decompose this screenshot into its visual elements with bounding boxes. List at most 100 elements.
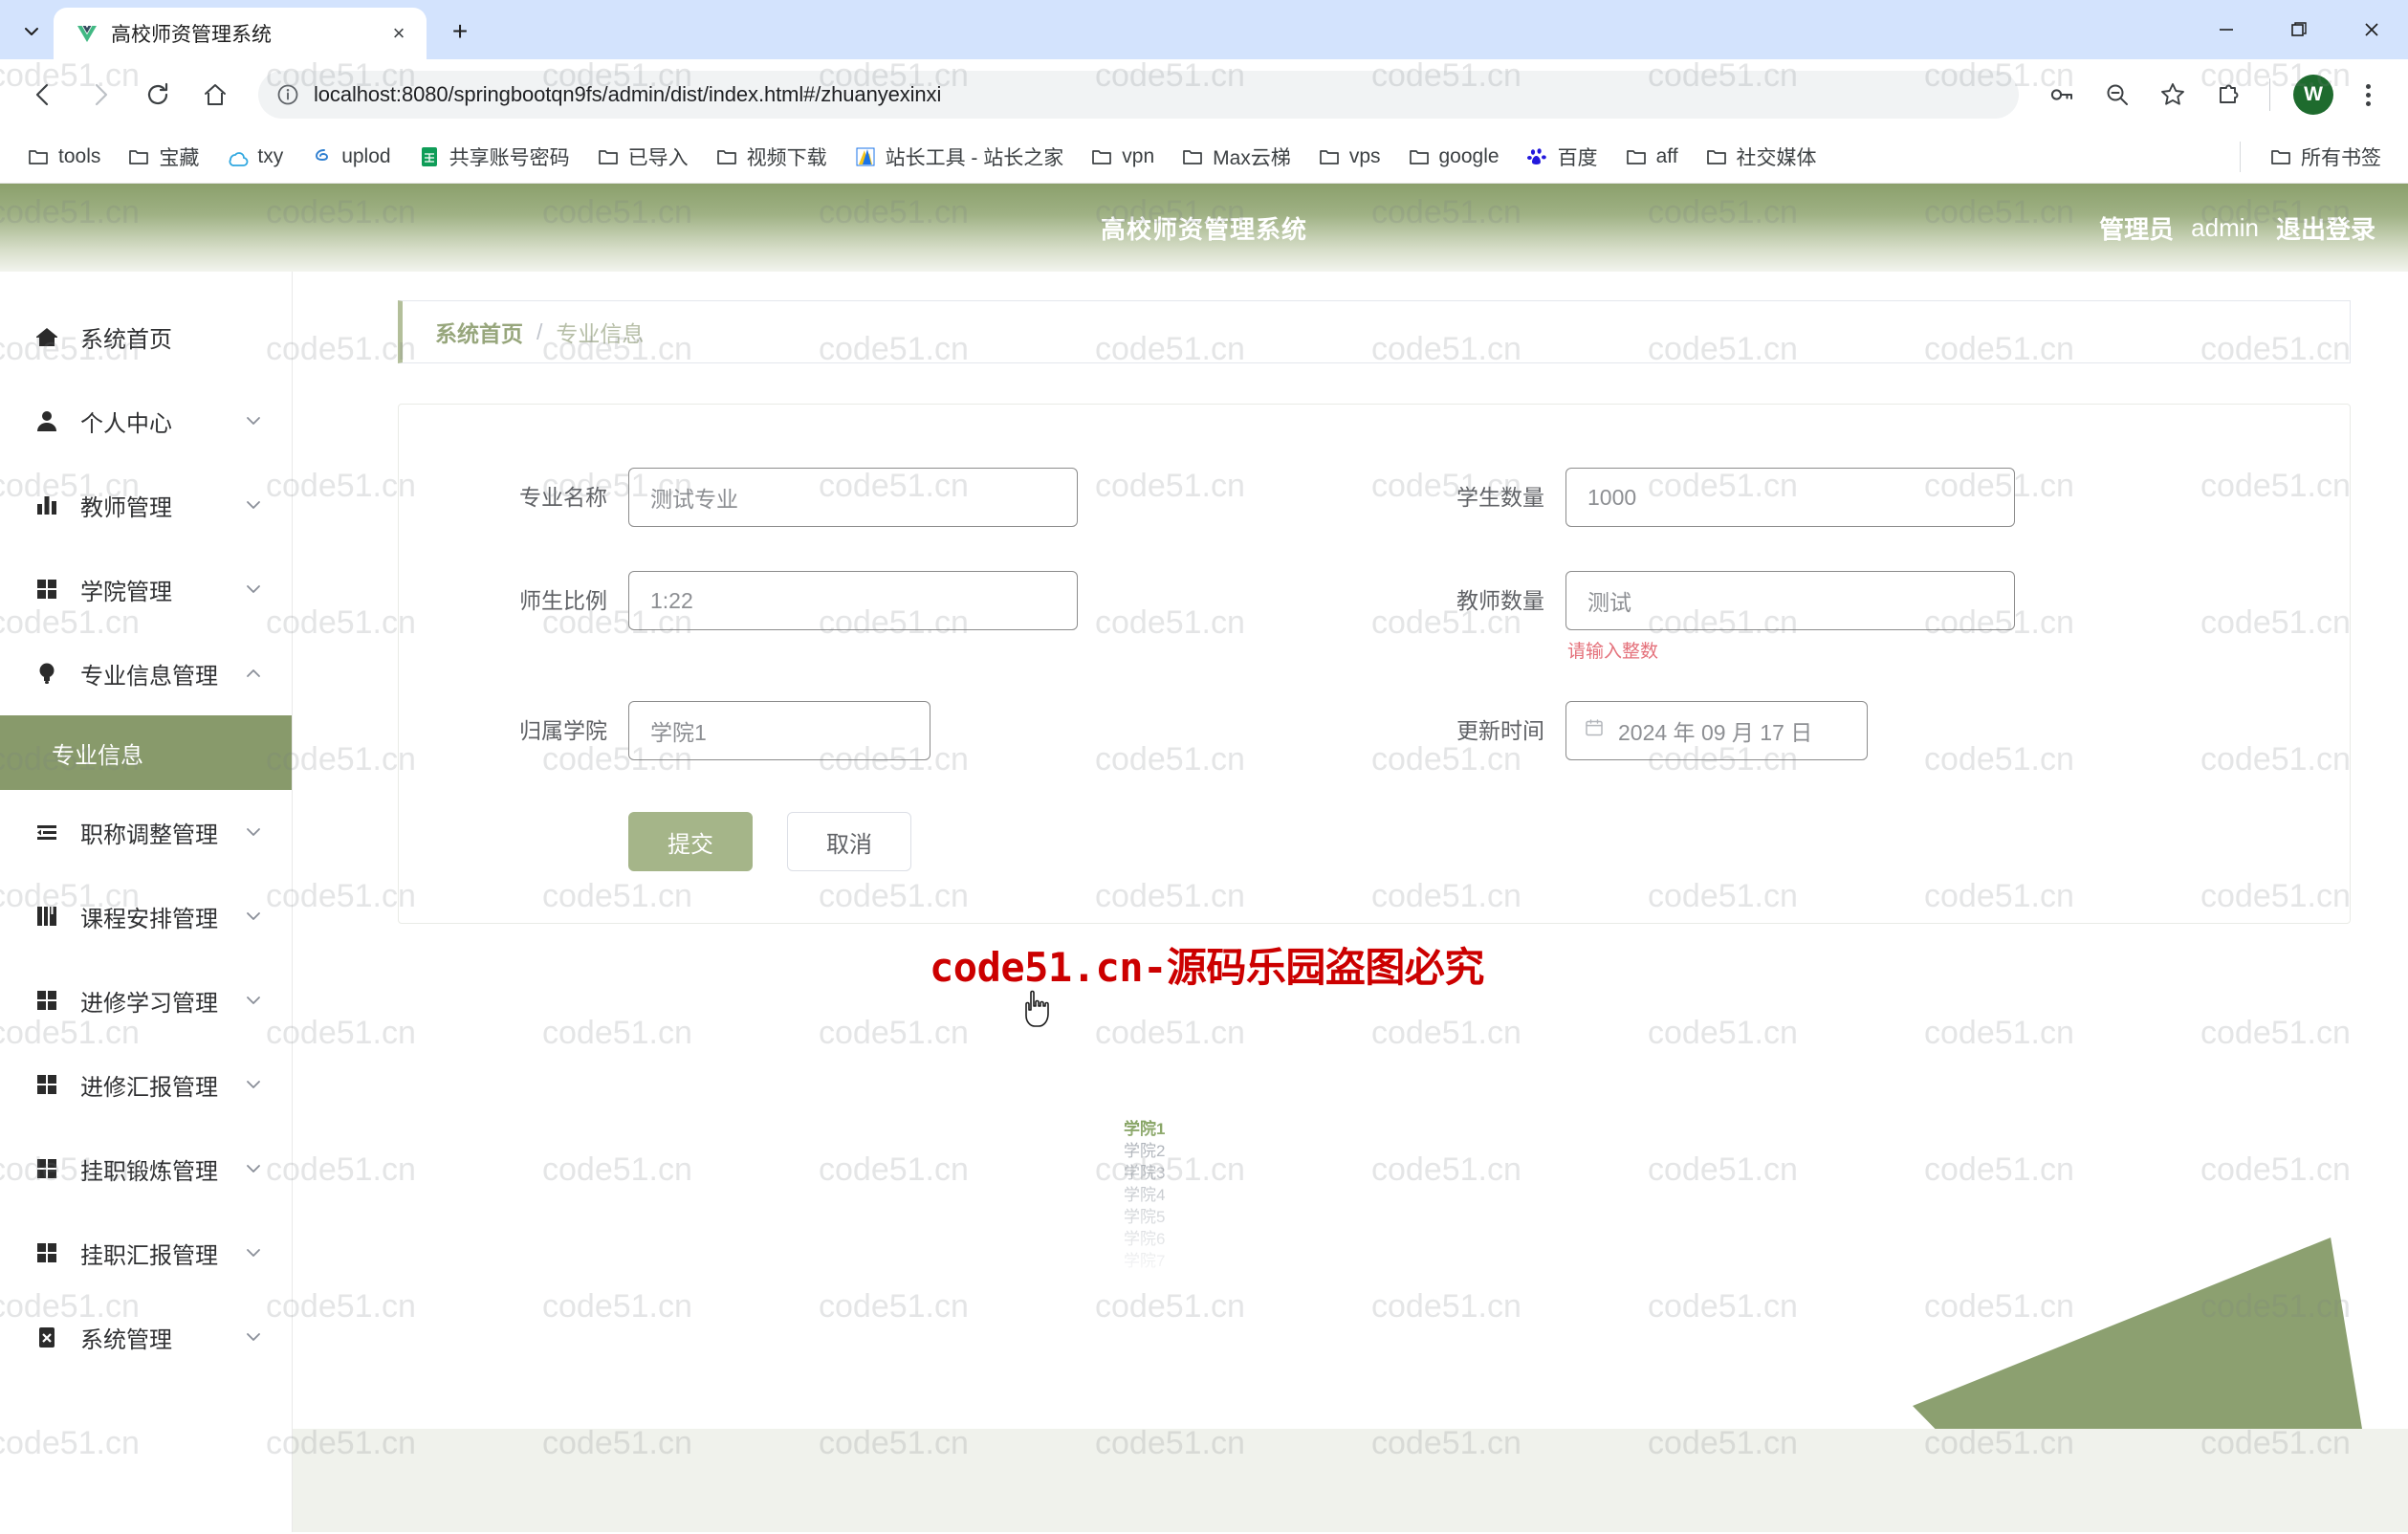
tab-search-button[interactable] <box>10 10 54 54</box>
browser-menu-button[interactable] <box>2345 72 2391 118</box>
bookmark-video-download[interactable]: 视频下载 <box>704 137 839 177</box>
all-bookmarks-button[interactable]: 所有书签 <box>2258 137 2393 177</box>
maximize-icon <box>2291 22 2307 36</box>
sidebar-item-system-management[interactable]: 系统管理 <box>0 1295 292 1379</box>
bookmark-imported[interactable]: 已导入 <box>585 137 700 177</box>
submit-button[interactable]: 提交 <box>628 812 753 871</box>
window-maximize-button[interactable] <box>2263 0 2335 59</box>
all-bookmarks-label: 所有书签 <box>2301 146 2381 169</box>
forward-arrow-icon <box>95 83 108 106</box>
puzzle-icon <box>2220 84 2239 103</box>
profile-avatar[interactable]: W <box>2293 75 2333 115</box>
bookmark-txy[interactable]: txy <box>214 140 295 174</box>
bookmark-aff[interactable]: aff <box>1613 140 1690 174</box>
folder-icon <box>1181 145 1204 168</box>
bookmark-baidu[interactable]: 百度 <box>1515 137 1609 177</box>
reload-button[interactable] <box>132 69 184 121</box>
folder-icon <box>2269 145 2292 168</box>
star-icon <box>2161 83 2184 105</box>
field-label: 归属学院 <box>519 718 607 743</box>
bookmark-label: 宝藏 <box>159 146 200 169</box>
sidebar-item-temporary-post-report-management[interactable]: 挂职汇报管理 <box>0 1211 292 1295</box>
list-icon <box>33 818 61 846</box>
field-label: 教师数量 <box>1456 588 1544 613</box>
field-label: 专业名称 <box>519 485 607 510</box>
dropdown-option[interactable]: 学院4 <box>1110 1184 1374 1206</box>
logout-button[interactable]: 退出登录 <box>2276 210 2375 246</box>
user-role: 管理员 <box>2099 214 2175 244</box>
sidebar-item-further-study-report-management[interactable]: 进修汇报管理 <box>0 1042 292 1127</box>
kebab-dot <box>2365 83 2371 89</box>
tencent-cloud-icon <box>226 145 249 168</box>
breadcrumb-current: 专业信息 <box>556 321 645 346</box>
cancel-button[interactable]: 取消 <box>787 812 911 871</box>
sidebar-item-major-info-management[interactable]: 专业信息管理 <box>0 631 292 715</box>
window-minimize-button[interactable] <box>2190 0 2263 59</box>
sidebar-item-college-management[interactable]: 学院管理 <box>0 547 292 631</box>
browser-tab[interactable]: 高校师资管理系统 × <box>54 8 427 59</box>
dropdown-option[interactable]: 学院5 <box>1110 1206 1374 1228</box>
bar-chart-icon <box>33 491 61 519</box>
home-icon <box>205 84 226 105</box>
bookmark-vpn[interactable]: vpn <box>1079 140 1166 174</box>
bookmark-baozang[interactable]: 宝藏 <box>116 137 210 177</box>
bookmark-max-yunti[interactable]: Max云梯 <box>1170 137 1303 177</box>
bookmark-label: Max云梯 <box>1213 146 1291 169</box>
update-time-datepicker[interactable]: 2024 年 09 月 17 日 <box>1565 701 1868 760</box>
sidebar-subitem-major-info[interactable]: 专业信息 <box>0 715 292 790</box>
sidebar-item-course-arrangement-management[interactable]: 课程安排管理 <box>0 874 292 958</box>
kebab-dot <box>2365 100 2371 106</box>
address-bar[interactable]: localhost:8080/springbootqn9fs/admin/dis… <box>258 71 2019 119</box>
tab-close-icon[interactable]: × <box>384 19 413 48</box>
dropdown-option[interactable]: 学院2 <box>1110 1140 1374 1162</box>
dropdown-option[interactable]: 学院1 <box>1110 1118 1374 1140</box>
sidebar-item-home[interactable]: 系统首页 <box>0 295 292 379</box>
dropdown-option[interactable]: 学院7 <box>1110 1250 1374 1272</box>
sidebar-item-personal-center[interactable]: 个人中心 <box>0 379 292 463</box>
ratio-input[interactable]: 1:22 <box>628 571 1078 630</box>
bookmark-vps[interactable]: vps <box>1306 140 1392 174</box>
zoom-button[interactable] <box>2091 69 2143 121</box>
bookmark-star-button[interactable] <box>2147 69 2199 121</box>
breadcrumb-home-link[interactable]: 系统首页 <box>435 316 523 348</box>
bookmark-google[interactable]: google <box>1396 140 1511 174</box>
breadcrumb: 系统首页 / 专业信息 <box>398 300 2351 363</box>
bookmark-label: aff <box>1655 144 1678 167</box>
home-button[interactable] <box>189 69 241 121</box>
field-update-time: 更新时间 2024 年 09 月 17 日 <box>1374 688 2311 779</box>
major-name-input[interactable]: 测试专业 <box>628 468 1078 527</box>
toolbar-right-actions: W <box>2036 69 2391 121</box>
teacher-count-input[interactable]: 测试 <box>1565 571 2015 630</box>
dropdown-option[interactable]: 学院6 <box>1110 1228 1374 1250</box>
window-controls <box>2190 0 2408 59</box>
sidebar-item-further-study-management[interactable]: 进修学习管理 <box>0 958 292 1042</box>
bookmark-uplod[interactable]: uplod <box>298 140 402 174</box>
extensions-button[interactable] <box>2202 69 2254 121</box>
new-tab-button[interactable]: + <box>438 10 482 54</box>
sidebar-item-temporary-post-training-management[interactable]: 挂职锻炼管理 <box>0 1127 292 1211</box>
site-info-icon[interactable] <box>275 82 300 107</box>
bookmark-social-media[interactable]: 社交媒体 <box>1694 137 1828 177</box>
chevron-down-icon <box>242 1326 265 1348</box>
bookmark-label: vps <box>1348 144 1381 167</box>
belonging-college-select[interactable]: 学院1 <box>628 701 930 760</box>
folder-icon <box>1705 145 1728 168</box>
bookmark-chinaz[interactable]: 站长工具 - 站长之家 <box>843 137 1076 177</box>
dropdown-option[interactable]: 学院3 <box>1110 1162 1374 1184</box>
baidu-icon <box>1526 145 1549 168</box>
form-grid: 专业名称 测试专业 学生数量 1000 师生比例 1:22 教师数量 测试 请输… <box>437 454 2311 779</box>
bookmark-shared-passwords[interactable]: 共享账号密码 <box>406 137 581 177</box>
sidebar-item-title-adjustment-management[interactable]: 职称调整管理 <box>0 790 292 874</box>
back-button[interactable] <box>17 69 69 121</box>
chevron-down-icon <box>242 1241 265 1264</box>
vue-logo-icon <box>77 26 97 42</box>
bookmark-tools[interactable]: tools <box>15 140 112 174</box>
password-manager-button[interactable] <box>2036 69 2088 121</box>
mouse-cursor <box>1018 985 1060 1040</box>
sidebar-item-teacher-management[interactable]: 教师管理 <box>0 463 292 547</box>
field-label: 学生数量 <box>1456 485 1544 510</box>
student-count-input[interactable]: 1000 <box>1565 468 2015 527</box>
window-close-button[interactable] <box>2335 0 2408 59</box>
folder-icon <box>1090 145 1113 168</box>
forward-button[interactable] <box>75 69 126 121</box>
